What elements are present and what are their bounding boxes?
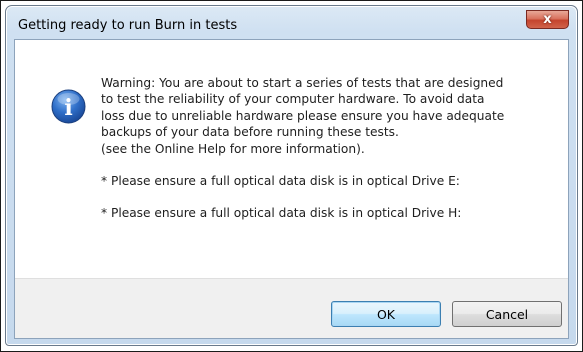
information-icon: i (51, 89, 86, 124)
screenshot-frame: Getting ready to run Burn in tests x i W… (0, 0, 583, 352)
drive-e-notice: * Please ensure a full optical data disk… (101, 174, 460, 189)
dialog-client-area: i Warning: You are about to start a seri… (14, 39, 569, 339)
cancel-button[interactable]: Cancel (452, 301, 562, 327)
content-area: i Warning: You are about to start a seri… (15, 40, 568, 278)
drive-h-notice: * Please ensure a full optical data disk… (101, 206, 462, 221)
button-bar: OK Cancel (15, 278, 568, 338)
message-line: (see the Online Help for more informatio… (101, 141, 365, 156)
window-title: Getting ready to run Burn in tests (18, 18, 238, 33)
information-glyph: i (64, 95, 72, 121)
warning-message: Warning: You are about to start a series… (101, 75, 561, 222)
message-line: Warning: You are about to start a series… (101, 76, 504, 90)
ok-button[interactable]: OK (331, 301, 441, 327)
message-line: to test the reliability of your computer… (101, 92, 485, 107)
close-icon: x (543, 12, 552, 27)
message-line: loss due to unreliable hardware please e… (101, 108, 505, 123)
close-button[interactable]: x (526, 10, 569, 29)
dialog-window: Getting ready to run Burn in tests x i W… (5, 5, 578, 346)
message-line: backups of your data before running thes… (101, 125, 399, 140)
